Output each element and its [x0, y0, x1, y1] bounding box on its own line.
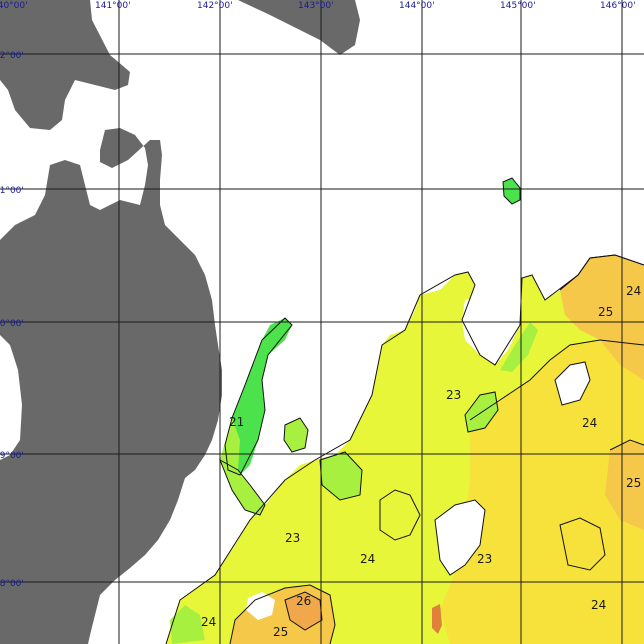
sst-label: 21	[229, 415, 244, 429]
sst-label: 25	[273, 625, 288, 639]
longitude-label: 146°00'	[600, 1, 636, 11]
latitude-label: 41°00'	[0, 186, 24, 196]
sst-label: 23	[285, 531, 300, 545]
sst-label: 24	[626, 284, 641, 298]
longitude-label: 145°00'	[500, 1, 536, 11]
sst-label: 25	[626, 476, 641, 490]
sst-label: 24	[201, 615, 216, 629]
latitude-label: 38°00'	[0, 579, 24, 589]
land-honshu	[0, 128, 222, 644]
sst-label: 23	[446, 388, 461, 402]
map-canvas: 140°00' 141°00' 142°00' 143°00' 144°00' …	[0, 0, 644, 644]
sst-label: 24	[582, 416, 597, 430]
longitude-label: 140°00'	[0, 1, 28, 11]
sst-zone-21-isolated	[503, 178, 520, 204]
latitude-label: 40°00'	[0, 319, 24, 329]
sst-zone-22-b	[284, 418, 308, 452]
longitude-labels: 140°00' 141°00' 142°00' 143°00' 144°00' …	[0, 1, 636, 11]
longitude-label: 143°00'	[298, 1, 334, 11]
sst-label: 25	[598, 305, 613, 319]
sea-surface-temperature-map: 140°00' 141°00' 142°00' 143°00' 144°00' …	[0, 0, 644, 644]
sst-label: 26	[296, 594, 311, 608]
latitude-label: 42°00'	[0, 51, 24, 61]
longitude-label: 144°00'	[399, 1, 435, 11]
sst-label: 23	[477, 552, 492, 566]
sst-label: 24	[360, 552, 375, 566]
sst-fill-layer	[166, 178, 644, 644]
sst-label: 24	[591, 598, 606, 612]
latitude-label: 39°00'	[0, 451, 24, 461]
longitude-label: 141°00'	[95, 1, 131, 11]
longitude-label: 142°00'	[197, 1, 233, 11]
land-hokkaido-west	[0, 0, 130, 130]
